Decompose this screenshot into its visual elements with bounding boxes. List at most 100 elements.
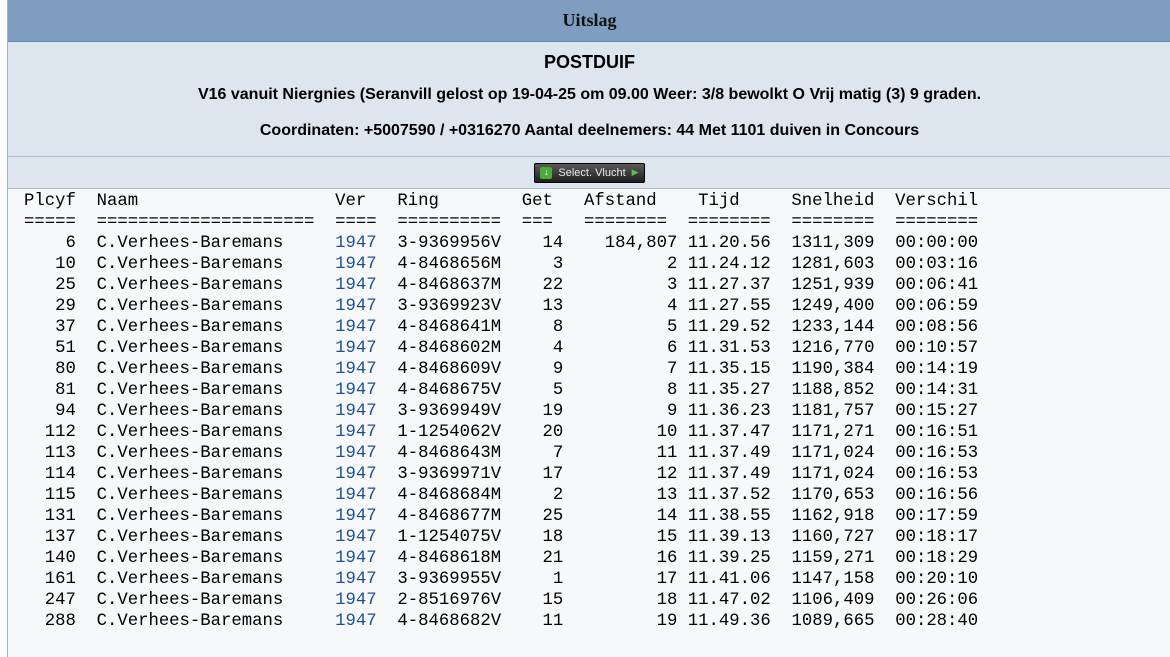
cell-snelheid: 1233,144 (791, 318, 896, 337)
cell-snelheid: 1251,939 (791, 276, 896, 295)
button-bar: ↓ Select. Vlucht ▶ (8, 157, 1170, 189)
cell-ver[interactable]: 1947 (335, 570, 376, 589)
cell-ver[interactable]: 1947 (335, 591, 376, 610)
cell-snelheid: 1190,384 (791, 360, 896, 379)
cell-afstand: 6 (584, 339, 688, 358)
cell-afstand: 5 (584, 318, 688, 337)
table-row: 131 C.Verhees-Baremans 1947 4-8468677M 2… (24, 506, 1170, 527)
arrow-right-icon: ▶ (631, 167, 639, 177)
cell-ver[interactable]: 1947 (335, 234, 376, 253)
cell-afstand: 3 (584, 276, 688, 295)
cell-naam: C.Verhees-Baremans (96, 381, 336, 400)
cell-ring: 4-8468656M (397, 255, 522, 274)
cell-tijd: 11.37.47 (687, 423, 792, 442)
cell-naam: C.Verhees-Baremans (96, 612, 336, 631)
cell-plcyf: 25 (24, 276, 97, 295)
cell-get: 5 (521, 381, 585, 400)
cell-afstand: 15 (584, 528, 688, 547)
table-header: Plcyf Naam Ver Ring Get Afstand Tijd Sne… (24, 192, 979, 211)
cell-ver[interactable]: 1947 (335, 381, 376, 400)
table-row: 114 C.Verhees-Baremans 1947 3-9369971V 1… (24, 464, 1170, 485)
cell-verschil: 00:06:41 (895, 276, 979, 295)
cell-ver[interactable]: 1947 (335, 402, 376, 421)
cell-afstand: 184,807 (584, 234, 688, 253)
cell-tijd: 11.31.53 (687, 339, 792, 358)
table-row: 94 C.Verhees-Baremans 1947 3-9369949V 19… (24, 401, 1170, 422)
cell-verschil: 00:20:10 (895, 570, 979, 589)
race-name: POSTDUIF (543, 52, 635, 72)
cell-plcyf: 161 (24, 570, 97, 589)
cell-ring: 1-1254062V (397, 423, 522, 442)
cell-ring: 4-8468682V (397, 612, 522, 631)
cell-get: 25 (521, 507, 585, 526)
cell-ver[interactable]: 1947 (335, 507, 376, 526)
cell-snelheid: 1171,024 (791, 444, 896, 463)
cell-ver[interactable]: 1947 (335, 297, 376, 316)
cell-ver[interactable]: 1947 (335, 549, 376, 568)
cell-ver[interactable]: 1947 (335, 339, 376, 358)
cell-ring: 4-8468684M (397, 486, 522, 505)
cell-get: 22 (521, 276, 585, 295)
cell-naam: C.Verhees-Baremans (96, 360, 336, 379)
cell-ver[interactable]: 1947 (335, 444, 376, 463)
cell-ver[interactable]: 1947 (335, 360, 376, 379)
cell-plcyf: 112 (24, 423, 97, 442)
cell-plcyf: 247 (24, 591, 97, 610)
cell-naam: C.Verhees-Baremans (96, 465, 336, 484)
cell-afstand: 17 (584, 570, 688, 589)
cell-tijd: 11.27.55 (687, 297, 792, 316)
cell-verschil: 00:14:31 (895, 381, 979, 400)
cell-plcyf: 51 (24, 339, 97, 358)
table-row: 51 C.Verhees-Baremans 1947 4-8468602M 4 … (24, 338, 1170, 359)
cell-afstand: 19 (584, 612, 688, 631)
cell-naam: C.Verhees-Baremans (96, 255, 336, 274)
cell-verschil: 00:17:59 (895, 507, 979, 526)
cell-verschil: 00:16:53 (895, 444, 979, 463)
cell-ver[interactable]: 1947 (335, 423, 376, 442)
cell-snelheid: 1171,024 (791, 465, 896, 484)
cell-snelheid: 1216,770 (791, 339, 896, 358)
table-row: 81 C.Verhees-Baremans 1947 4-8468675V 5 … (24, 380, 1170, 401)
cell-ring: 4-8468641M (397, 318, 522, 337)
cell-ver[interactable]: 1947 (335, 528, 376, 547)
cell-afstand: 2 (584, 255, 688, 274)
cell-get: 21 (521, 549, 585, 568)
cell-snelheid: 1160,727 (791, 528, 896, 547)
cell-get: 17 (521, 465, 585, 484)
cell-tijd: 11.35.15 (687, 360, 792, 379)
cell-afstand: 4 (584, 297, 688, 316)
cell-afstand: 10 (584, 423, 688, 442)
cell-verschil: 00:10:57 (895, 339, 979, 358)
cell-get: 1 (521, 570, 585, 589)
table-row: 161 C.Verhees-Baremans 1947 3-9369955V 1… (24, 569, 1170, 590)
cell-plcyf: 6 (24, 234, 97, 253)
cell-ver[interactable]: 1947 (335, 612, 376, 631)
cell-get: 2 (521, 486, 585, 505)
release-info: V16 vanuit Niergnies (Seranvill gelost o… (197, 86, 982, 103)
cell-get: 3 (521, 255, 585, 274)
cell-naam: C.Verhees-Baremans (96, 402, 336, 421)
select-flight-button[interactable]: ↓ Select. Vlucht ▶ (534, 162, 645, 183)
cell-naam: C.Verhees-Baremans (96, 507, 336, 526)
table-row: 113 C.Verhees-Baremans 1947 4-8468643M 7… (24, 443, 1170, 464)
cell-tijd: 11.41.06 (687, 570, 792, 589)
cell-ver[interactable]: 1947 (335, 255, 376, 274)
cell-ver[interactable]: 1947 (335, 318, 376, 337)
cell-tijd: 11.39.25 (687, 549, 792, 568)
cell-verschil: 00:16:56 (895, 486, 979, 505)
cell-ring: 3-9369923V (397, 297, 522, 316)
cell-ver[interactable]: 1947 (335, 276, 376, 295)
cell-naam: C.Verhees-Baremans (96, 591, 336, 610)
cell-get: 18 (521, 528, 585, 547)
cell-get: 15 (521, 591, 585, 610)
cell-afstand: 16 (584, 549, 688, 568)
table-row: 247 C.Verhees-Baremans 1947 2-8516976V 1… (24, 590, 1170, 611)
cell-ring: 2-8516976V (397, 591, 522, 610)
race-header: POSTDUIF V16 vanuit Niergnies (Seranvill… (8, 42, 1170, 157)
cell-plcyf: 29 (24, 297, 97, 316)
cell-ver[interactable]: 1947 (335, 486, 376, 505)
cell-ver[interactable]: 1947 (335, 465, 376, 484)
cell-snelheid: 1188,852 (791, 381, 896, 400)
cell-naam: C.Verhees-Baremans (96, 423, 336, 442)
cell-verschil: 00:18:29 (895, 549, 979, 568)
